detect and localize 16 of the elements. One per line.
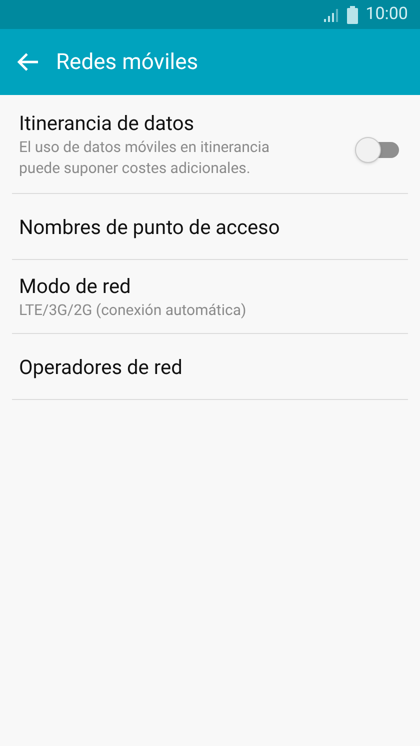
settings-item[interactable]: Modo de red LTE/3G/2G (conexión automática) (12, 260, 408, 334)
item-title: Modo de red (19, 273, 132, 300)
settings-item[interactable]: Operadores de red (12, 334, 408, 400)
back-arrow-icon[interactable] (17, 52, 39, 72)
toggle-switch[interactable] (355, 137, 401, 163)
settings-item[interactable]: Itinerancia de datos El uso de datos móviles en itinerancia puede suponer costes adicionales. (12, 95, 408, 194)
item-title: Nombres de punto de acceso (19, 214, 281, 240)
signal-icon (322, 8, 339, 22)
settings-item[interactable]: Nombres de punto de acceso (12, 194, 408, 260)
battery-icon (346, 6, 358, 24)
item-title: Itinerancia de datos (19, 110, 196, 137)
screen-title: Redes móviles (56, 48, 198, 76)
item-subtitle: LTE/3G/2G (conexión automática) (19, 300, 248, 321)
item-subtitle: El uso de datos móviles en itinerancia puede suponer costes adicionales. (19, 137, 271, 179)
status-time: 10:00 (366, 2, 408, 26)
item-title: Operadores de red (19, 354, 184, 380)
